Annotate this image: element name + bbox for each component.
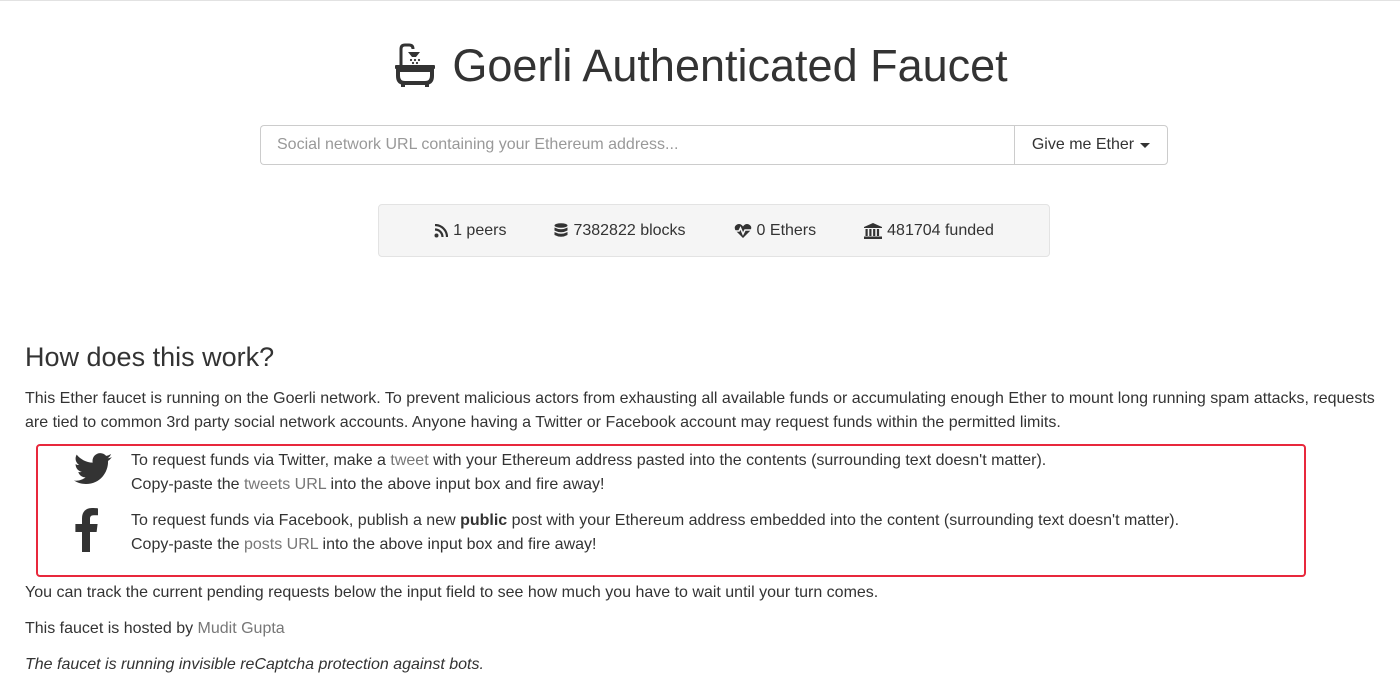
tweets-url-link[interactable]: tweets URL <box>244 476 326 493</box>
twitter-line-1: To request funds via Twitter, make a twe… <box>131 452 1047 469</box>
caret-down-icon <box>1140 142 1151 148</box>
stat-funded: 481704 funded <box>864 222 994 240</box>
posts-url-link[interactable]: posts URL <box>244 536 318 553</box>
ethers-balance: 0 Ethers <box>756 221 817 239</box>
page-title: Goerli Authenticated Faucet <box>0 40 1400 92</box>
hosted-by-paragraph: This faucet is hosted by Mudit Gupta <box>25 620 285 637</box>
intro-paragraph: This Ether faucet is running on the Goer… <box>25 390 1375 431</box>
network-stats: 1 peers 7382822 blocks 0 Ethers 481704 f… <box>378 204 1050 257</box>
give-me-ether-button[interactable]: Give me Ether <box>1014 125 1168 165</box>
blocks-count: 7382822 blocks <box>573 221 686 239</box>
mudit-gupta-link[interactable]: Mudit Gupta <box>198 620 285 637</box>
facebook-icon <box>75 508 98 552</box>
bath-icon <box>392 43 438 89</box>
recaptcha-notice: The faucet is running invisible reCaptch… <box>25 656 484 673</box>
stat-ethers: 0 Ethers <box>734 221 817 240</box>
tweet-link[interactable]: tweet <box>390 452 428 469</box>
facebook-line-1: To request funds via Facebook, publish a… <box>131 512 1180 529</box>
give-me-ether-label: Give me Ether <box>1031 136 1135 153</box>
facebook-instructions: To request funds via Facebook, publish a… <box>131 509 1179 557</box>
heartbeat-icon <box>734 223 751 238</box>
request-form: Give me Ether <box>260 125 1168 165</box>
database-icon <box>554 222 568 237</box>
twitter-line-2: Copy-paste the tweets URL into the above… <box>131 476 605 493</box>
funded-count: 481704 funded <box>887 221 994 239</box>
stat-blocks: 7382822 blocks <box>554 221 686 240</box>
bank-icon <box>864 222 883 239</box>
stat-peers: 1 peers <box>434 222 506 240</box>
twitter-instructions: To request funds via Twitter, make a twe… <box>131 449 1046 497</box>
rss-icon <box>434 223 449 237</box>
peers-count: 1 peers <box>453 221 507 239</box>
title-text: Goerli Authenticated Faucet <box>452 40 1008 91</box>
twitter-icon <box>74 453 112 485</box>
social-url-input[interactable] <box>260 125 1014 165</box>
tracking-paragraph: You can track the current pending reques… <box>25 584 879 601</box>
facebook-line-2: Copy-paste the posts URL into the above … <box>131 536 597 553</box>
top-divider <box>0 0 1400 1</box>
how-it-works-heading: How does this work? <box>25 342 275 372</box>
